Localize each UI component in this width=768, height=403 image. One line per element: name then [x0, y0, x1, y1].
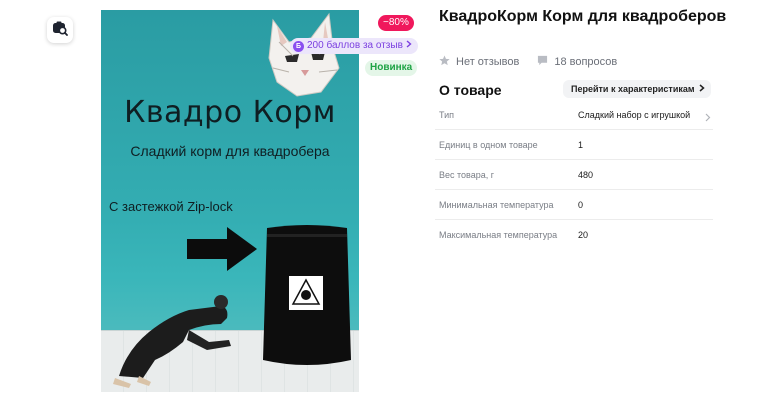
- image-subtitle: Сладкий корм для квадробера: [130, 143, 330, 159]
- properties-list: Тип Сладкий набор с игрушкой Единиц в од…: [435, 100, 713, 250]
- product-title: КвадроКорм Корм для квадроберов: [439, 8, 727, 25]
- property-name: Единиц в одном товаре: [439, 139, 538, 150]
- property-name: Вес товара, г: [439, 169, 495, 180]
- characteristics-link-label: Перейти к характеристикам: [571, 84, 695, 94]
- chevron-right-icon: [705, 109, 711, 127]
- person-illustration: [113, 295, 231, 388]
- property-value: Сладкий набор с игрушкой: [578, 109, 691, 120]
- questions-link[interactable]: 18 вопросов: [554, 56, 617, 68]
- reviews-link[interactable]: Нет отзывов: [456, 56, 519, 68]
- property-row: Единиц в одном товаре 1: [435, 130, 713, 160]
- review-points-badge[interactable]: Б 200 баллов за отзыв: [290, 38, 418, 54]
- chevron-right-icon: [699, 80, 705, 98]
- property-row: Минимальная температура 0: [435, 190, 713, 220]
- product-image[interactable]: Квадро Корм Сладкий корм для квадробера …: [101, 10, 359, 392]
- chevron-right-icon: [406, 38, 412, 54]
- image-title: Квадро Корм: [124, 95, 336, 130]
- property-row[interactable]: Тип Сладкий набор с игрушкой: [435, 100, 713, 130]
- camera-search-icon: [52, 20, 68, 41]
- property-value: 480: [578, 169, 594, 180]
- cat-mask-illustration: [268, 12, 340, 97]
- arrow-right-icon: [187, 227, 257, 271]
- questions-icon: [537, 55, 548, 69]
- property-row: Вес товара, г 480: [435, 160, 713, 190]
- points-coin-icon: Б: [293, 40, 304, 52]
- about-title: О товаре: [439, 82, 502, 98]
- star-icon: [439, 55, 450, 69]
- property-row: Максимальная температура 20: [435, 220, 713, 250]
- review-points-label: 200 баллов за отзыв: [307, 40, 403, 51]
- photo-search-button[interactable]: [47, 17, 73, 43]
- product-meta: Нет отзывов 18 вопросов: [439, 55, 617, 69]
- image-zip-note: С застежкой Zip-lock: [109, 199, 233, 214]
- property-value: 1: [578, 139, 584, 150]
- discount-badge: −80%: [378, 15, 414, 31]
- property-value: 20: [578, 230, 589, 240]
- product-bag-illustration: [263, 225, 351, 365]
- new-badge: Новинка: [365, 60, 418, 76]
- property-name: Минимальная температура: [439, 199, 554, 210]
- property-name: Тип: [439, 109, 455, 120]
- go-to-characteristics-button[interactable]: Перейти к характеристикам: [563, 80, 711, 98]
- property-name: Максимальная температура: [439, 230, 558, 240]
- property-value: 0: [578, 199, 584, 210]
